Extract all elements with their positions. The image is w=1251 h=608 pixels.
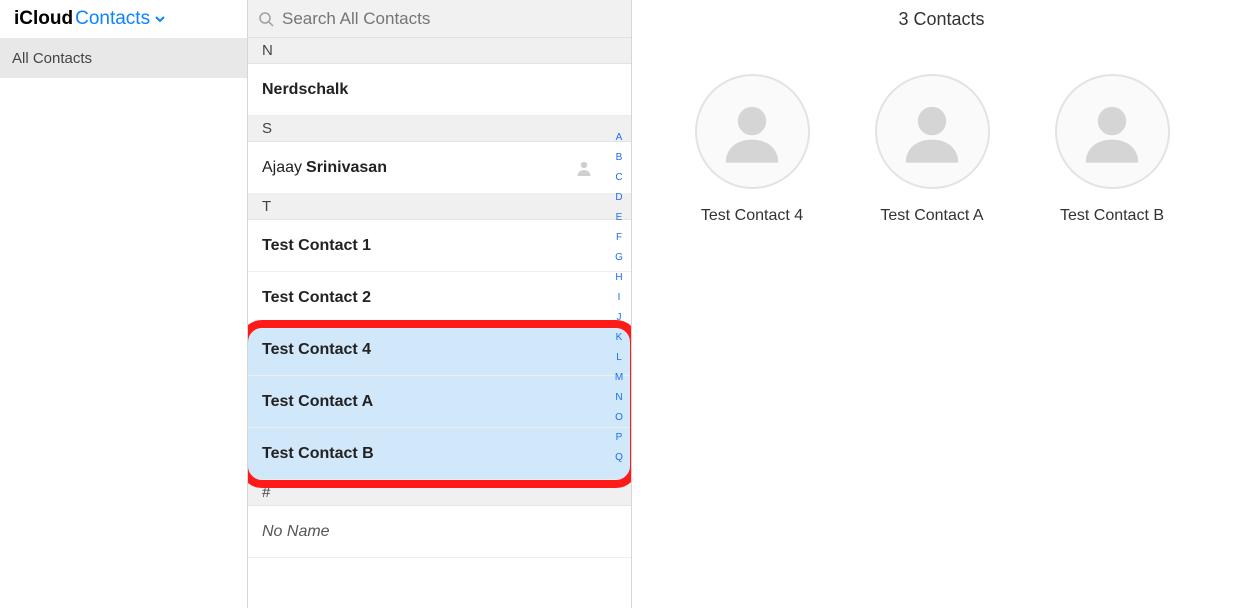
contact-list-column: N Nerdschalk S Ajaay Srinivasan T Test C… (248, 0, 632, 608)
contact-card-name: Test Contact 4 (701, 207, 803, 225)
chevron-down-icon[interactable] (154, 13, 166, 25)
contact-row[interactable]: No Name (248, 506, 631, 558)
contact-name: Test Contact A (262, 393, 373, 411)
contact-card-name: Test Contact A (880, 207, 983, 225)
sidebar-item-all-contacts[interactable]: All Contacts (0, 38, 247, 78)
index-letter[interactable]: Q (615, 452, 623, 463)
contact-card[interactable]: Test Contact B (1052, 74, 1172, 225)
contact-first: Ajaay (262, 159, 302, 177)
brand-label: iCloud (14, 8, 73, 30)
avatar-placeholder-icon (1055, 74, 1170, 189)
contact-row[interactable]: Test Contact 1 (248, 220, 631, 272)
selected-contacts-row: Test Contact 4 Test Contact A Test Conta… (632, 38, 1251, 225)
section-header-t: T (248, 194, 631, 220)
search-icon (258, 11, 274, 27)
search-bar[interactable] (248, 0, 631, 38)
sidebar-header[interactable]: iCloud Contacts (0, 0, 247, 38)
contact-card[interactable]: Test Contact A (872, 74, 992, 225)
index-letter[interactable]: M (615, 372, 623, 383)
index-letter[interactable]: E (616, 212, 623, 223)
index-letter[interactable]: K (616, 332, 623, 343)
section-header-n: N (248, 38, 631, 64)
contact-name: Nerdschalk (262, 81, 348, 99)
product-label: Contacts (75, 8, 150, 30)
index-letter[interactable]: F (616, 232, 622, 243)
contact-list-scroll[interactable]: N Nerdschalk S Ajaay Srinivasan T Test C… (248, 38, 631, 608)
index-letter[interactable]: N (615, 392, 622, 403)
contact-row[interactable]: Test Contact A (248, 376, 631, 428)
avatar-placeholder-icon (875, 74, 990, 189)
index-letter[interactable]: B (616, 152, 623, 163)
contact-name: Test Contact B (262, 445, 374, 463)
contact-name: Test Contact 2 (262, 289, 371, 307)
index-letter[interactable]: H (615, 272, 622, 283)
contact-row[interactable]: Test Contact B (248, 428, 631, 480)
contact-row[interactable]: Nerdschalk (248, 64, 631, 116)
index-letter[interactable]: C (615, 172, 622, 183)
selection-count-label: 3 Contacts (632, 0, 1251, 38)
index-letter[interactable]: L (616, 352, 622, 363)
contact-name: Test Contact 4 (262, 341, 371, 359)
index-letter[interactable]: G (615, 252, 623, 263)
sidebar-item-label: All Contacts (12, 50, 92, 67)
search-input[interactable] (282, 9, 621, 29)
sidebar: iCloud Contacts All Contacts (0, 0, 248, 608)
alpha-index-rail[interactable]: A B C D E F G H I J K L M N O P Q (611, 132, 627, 463)
contact-card-name: Test Contact B (1060, 207, 1164, 225)
index-letter[interactable]: D (615, 192, 622, 203)
contact-row[interactable]: Ajaay Srinivasan (248, 142, 631, 194)
contact-card[interactable]: Test Contact 4 (692, 74, 812, 225)
index-letter[interactable]: O (615, 412, 623, 423)
section-header-hash: # (248, 480, 631, 506)
me-badge-icon (575, 159, 593, 177)
section-header-s: S (248, 116, 631, 142)
index-letter[interactable]: P (616, 432, 623, 443)
index-letter[interactable]: I (618, 292, 621, 303)
contact-row[interactable]: Test Contact 2 (248, 272, 631, 324)
index-letter[interactable]: A (616, 132, 623, 143)
contact-row[interactable]: Test Contact 4 (248, 324, 631, 376)
contact-last: Srinivasan (306, 159, 387, 177)
index-letter[interactable]: J (617, 312, 622, 323)
detail-column: 3 Contacts Test Contact 4 Test Contact A… (632, 0, 1251, 608)
contact-name: No Name (262, 523, 330, 541)
contact-name: Test Contact 1 (262, 237, 371, 255)
avatar-placeholder-icon (695, 74, 810, 189)
